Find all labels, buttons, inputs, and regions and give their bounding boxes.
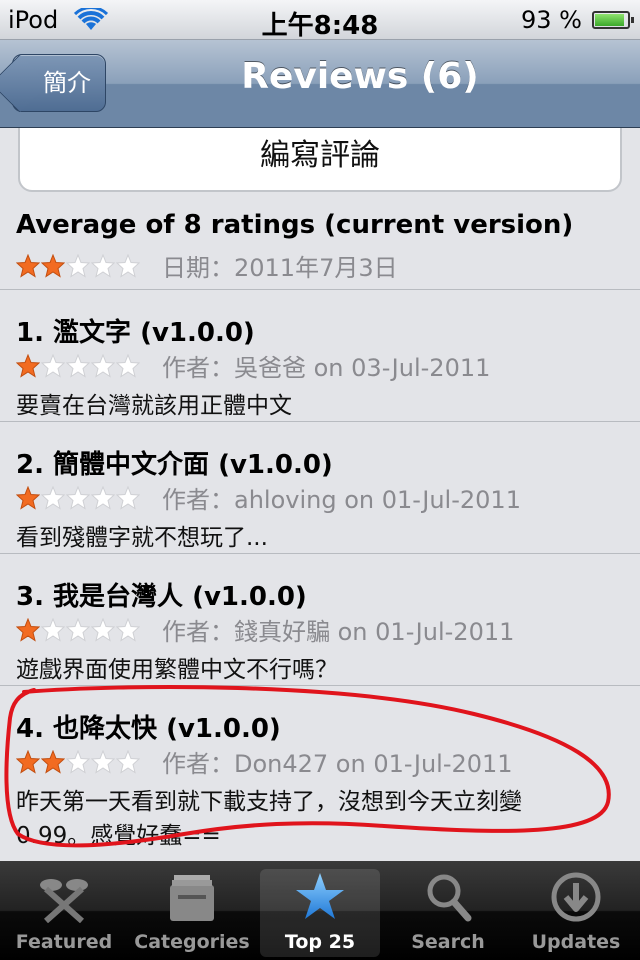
- review-meta: 作者：吳爸爸 on 03-Jul-2011: [16, 348, 490, 383]
- tab-label: Featured: [15, 931, 113, 953]
- star-empty-icon: [91, 749, 115, 774]
- review-meta: 作者：錢真好騙 on 01-Jul-2011: [16, 612, 514, 647]
- star-empty-icon: [41, 485, 65, 510]
- star-empty-icon: [116, 617, 140, 642]
- updates-icon: [551, 872, 601, 922]
- search-icon: [427, 874, 472, 922]
- star-icon: [296, 873, 344, 919]
- average-meta: 日期：2011年7月3日: [16, 248, 398, 283]
- review-body: 要賣在台灣就該用正體中文: [16, 393, 292, 419]
- write-review-button[interactable]: 編寫評論: [18, 128, 622, 192]
- star-rating: [16, 253, 142, 278]
- tab-label: Search: [411, 931, 485, 953]
- star-empty-icon: [91, 253, 115, 278]
- star-empty-icon: [91, 353, 115, 378]
- star-empty-icon: [116, 353, 140, 378]
- back-button[interactable]: 簡介: [0, 54, 106, 113]
- star-rating: [16, 485, 142, 510]
- tab-label: Top 25: [284, 931, 356, 953]
- review-author-date: 作者：吳爸爸 on 03-Jul-2011: [162, 354, 491, 382]
- tab-categories[interactable]: Categories: [132, 869, 252, 957]
- review-meta: 作者：Don427 on 01-Jul-2011: [16, 744, 513, 779]
- page-title: Reviews (6): [241, 56, 479, 97]
- tab-search[interactable]: Search: [388, 869, 508, 957]
- star-empty-icon: [91, 617, 115, 642]
- star-empty-icon: [91, 485, 115, 510]
- star-rating: [16, 353, 142, 378]
- review-title: 1. 濫文字 (v1.0.0): [16, 318, 255, 348]
- review-item[interactable]: 1. 濫文字 (v1.0.0) 作者：吳爸爸 on 03-Jul-2011 要賣…: [0, 290, 640, 422]
- review-body: 看到殘體字就不想玩了...: [16, 525, 268, 551]
- star-empty-icon: [41, 353, 65, 378]
- star-empty-icon: [66, 353, 90, 378]
- review-meta: 作者：ahloving on 01-Jul-2011: [16, 480, 521, 515]
- star-filled-icon: [41, 749, 65, 774]
- star-filled-icon: [16, 617, 40, 642]
- star-empty-icon: [116, 485, 140, 510]
- tab-top-25[interactable]: Top 25: [260, 869, 380, 957]
- star-empty-icon: [66, 253, 90, 278]
- review-body-line-1: 昨天第一天看到就下載支持了，沒想到今天立刻變: [16, 789, 522, 815]
- star-rating: [16, 749, 142, 774]
- average-title: Average of 8 ratings (current version): [16, 210, 574, 240]
- star-rating: [16, 617, 142, 642]
- star-empty-icon: [116, 749, 140, 774]
- battery-fill: [595, 14, 624, 26]
- star-filled-icon: [16, 253, 40, 278]
- tab-label: Updates: [531, 931, 621, 953]
- review-item[interactable]: 3. 我是台灣人 (v1.0.0) 作者：錢真好騙 on 01-Jul-2011…: [0, 554, 640, 686]
- review-author-date: 作者：錢真好騙 on 01-Jul-2011: [162, 618, 515, 646]
- review-item[interactable]: 2. 簡體中文介面 (v1.0.0) 作者：ahloving on 01-Jul…: [0, 422, 640, 554]
- star-filled-icon: [16, 749, 40, 774]
- tab-bar: Featured Categories Top 25 Search Update…: [0, 861, 640, 960]
- tab-label: Categories: [134, 931, 250, 953]
- review-body: 遊戲界面使用繁體中文不行嗎？: [16, 657, 338, 683]
- featured-icon: [40, 879, 88, 923]
- battery-icon: [592, 11, 634, 29]
- star-filled-icon: [16, 353, 40, 378]
- review-author-date: 作者：ahloving on 01-Jul-2011: [162, 486, 521, 514]
- star-empty-icon: [41, 617, 65, 642]
- review-body-line-2: 0.99。感覺好蠢==: [16, 823, 221, 849]
- star-filled-icon: [41, 253, 65, 278]
- back-arrow-icon: [0, 54, 49, 113]
- categories-icon: [170, 875, 214, 921]
- review-title: 2. 簡體中文介面 (v1.0.0): [16, 450, 333, 480]
- back-button-label: 簡介: [43, 69, 91, 97]
- star-empty-icon: [66, 485, 90, 510]
- average-date: 日期：2011年7月3日: [162, 254, 398, 282]
- star-filled-icon: [16, 485, 40, 510]
- review-author-date: 作者：Don427 on 01-Jul-2011: [162, 750, 513, 778]
- star-empty-icon: [116, 253, 140, 278]
- tab-updates[interactable]: Updates: [516, 869, 636, 957]
- battery-percent: 93 %: [521, 6, 582, 34]
- navigation-bar: 簡介 Reviews (6): [0, 40, 640, 128]
- reviews-list[interactable]: 編寫評論 Average of 8 ratings (current versi…: [0, 128, 640, 861]
- review-title: 4. 也降太快 (v1.0.0): [16, 714, 281, 744]
- review-item[interactable]: 4. 也降太快 (v1.0.0) 作者：Don427 on 01-Jul-201…: [0, 686, 640, 861]
- star-empty-icon: [66, 617, 90, 642]
- status-bar: iPod 上午8:48 93 %: [0, 0, 640, 41]
- star-empty-icon: [66, 749, 90, 774]
- tab-featured[interactable]: Featured: [4, 869, 124, 957]
- average-rating-section: Average of 8 ratings (current version) 日…: [0, 206, 640, 290]
- review-title: 3. 我是台灣人 (v1.0.0): [16, 582, 307, 612]
